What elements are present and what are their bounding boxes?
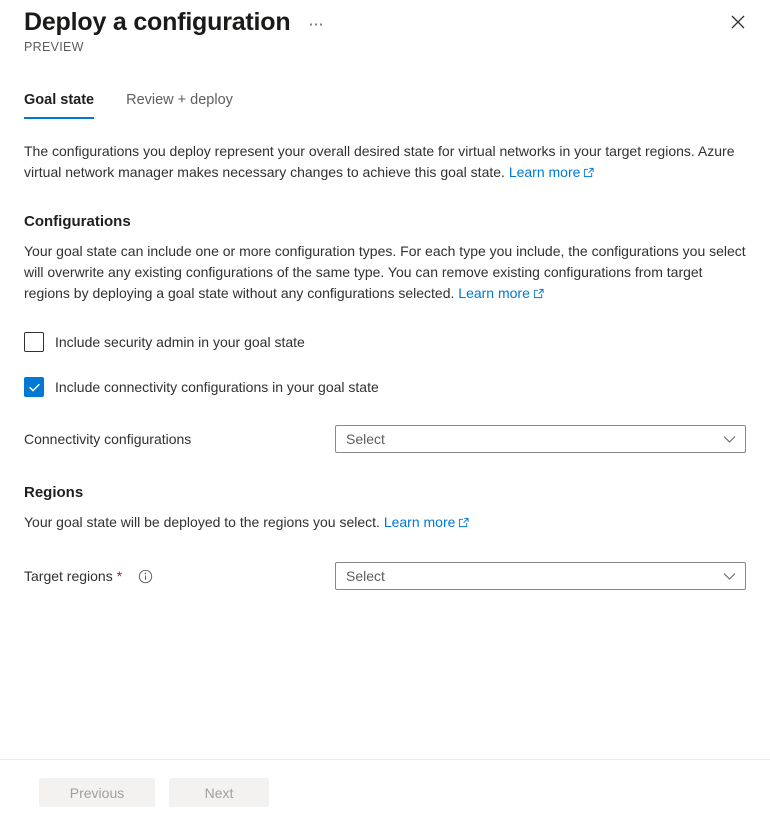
intro-learn-more-label: Learn more [508, 164, 581, 180]
configurations-heading: Configurations [24, 213, 131, 230]
dropdown-value: Select [346, 431, 385, 447]
tab-bar: Goal state Review + deploy [0, 85, 770, 119]
target-regions-dropdown[interactable]: Select [335, 562, 746, 590]
field-label: Connectivity configurations [24, 429, 335, 449]
regions-learn-more-link[interactable]: Learn more [384, 514, 470, 530]
checkbox-box-unchecked[interactable] [24, 332, 44, 352]
field-label-text: Connectivity configurations [24, 431, 192, 447]
dropdown-value: Select [346, 568, 385, 584]
regions-description-text: Your goal state will be deployed to the … [24, 514, 384, 530]
external-link-icon [458, 513, 469, 534]
configurations-learn-more-link[interactable]: Learn more [458, 285, 544, 301]
blade-content: The configurations you deploy represent … [0, 141, 770, 590]
tab-review-deploy[interactable]: Review + deploy [126, 90, 233, 119]
next-button[interactable]: Next [169, 778, 269, 807]
external-link-icon [533, 284, 544, 305]
chevron-down-icon [723, 572, 736, 581]
checkbox-label: Include security admin in your goal stat… [55, 334, 305, 350]
regions-learn-more-label: Learn more [383, 514, 456, 530]
close-icon[interactable] [724, 8, 752, 36]
field-label: Target regions * [24, 566, 335, 586]
tab-goal-state[interactable]: Goal state [24, 90, 95, 119]
intro-learn-more-link[interactable]: Learn more [509, 164, 595, 180]
checkbox-include-security-admin[interactable]: Include security admin in your goal stat… [24, 332, 305, 352]
intro-paragraph: The configurations you deploy represent … [24, 141, 746, 184]
configuration-type-checkboxes: Include security admin in your goal stat… [24, 332, 746, 397]
checkbox-label: Include connectivity configurations in y… [55, 379, 379, 395]
regions-description: Your goal state will be deployed to the … [24, 512, 746, 534]
ellipsis-icon[interactable]: ⋯ [304, 13, 328, 37]
info-icon[interactable] [138, 569, 153, 584]
preview-badge: PREVIEW [24, 40, 84, 54]
intro-text: The configurations you deploy represent … [24, 143, 735, 180]
page-title: Deploy a configuration [24, 8, 291, 36]
regions-heading: Regions [24, 484, 84, 501]
connectivity-configurations-dropdown[interactable]: Select [335, 425, 746, 453]
field-label-text: Target regions [24, 568, 113, 584]
configurations-description-text: Your goal state can include one or more … [24, 243, 746, 301]
title-row: Deploy a configuration ⋯ [24, 6, 746, 38]
previous-button[interactable]: Previous [39, 778, 155, 807]
blade-footer: Previous Next [0, 759, 770, 825]
field-connectivity-configurations: Connectivity configurations Select [24, 425, 746, 453]
configurations-learn-more-label: Learn more [458, 285, 530, 301]
chevron-down-icon [723, 435, 736, 444]
required-marker: * [116, 568, 123, 584]
external-link-icon [583, 163, 594, 184]
checkbox-include-connectivity-configurations[interactable]: Include connectivity configurations in y… [24, 377, 379, 397]
checkbox-box-checked[interactable] [24, 377, 44, 397]
field-target-regions: Target regions * Select [24, 562, 746, 590]
blade-header: Deploy a configuration ⋯ PREVIEW [0, 0, 770, 55]
deploy-configuration-blade: Deploy a configuration ⋯ PREVIEW Goal st… [0, 0, 770, 825]
configurations-description: Your goal state can include one or more … [24, 241, 746, 305]
